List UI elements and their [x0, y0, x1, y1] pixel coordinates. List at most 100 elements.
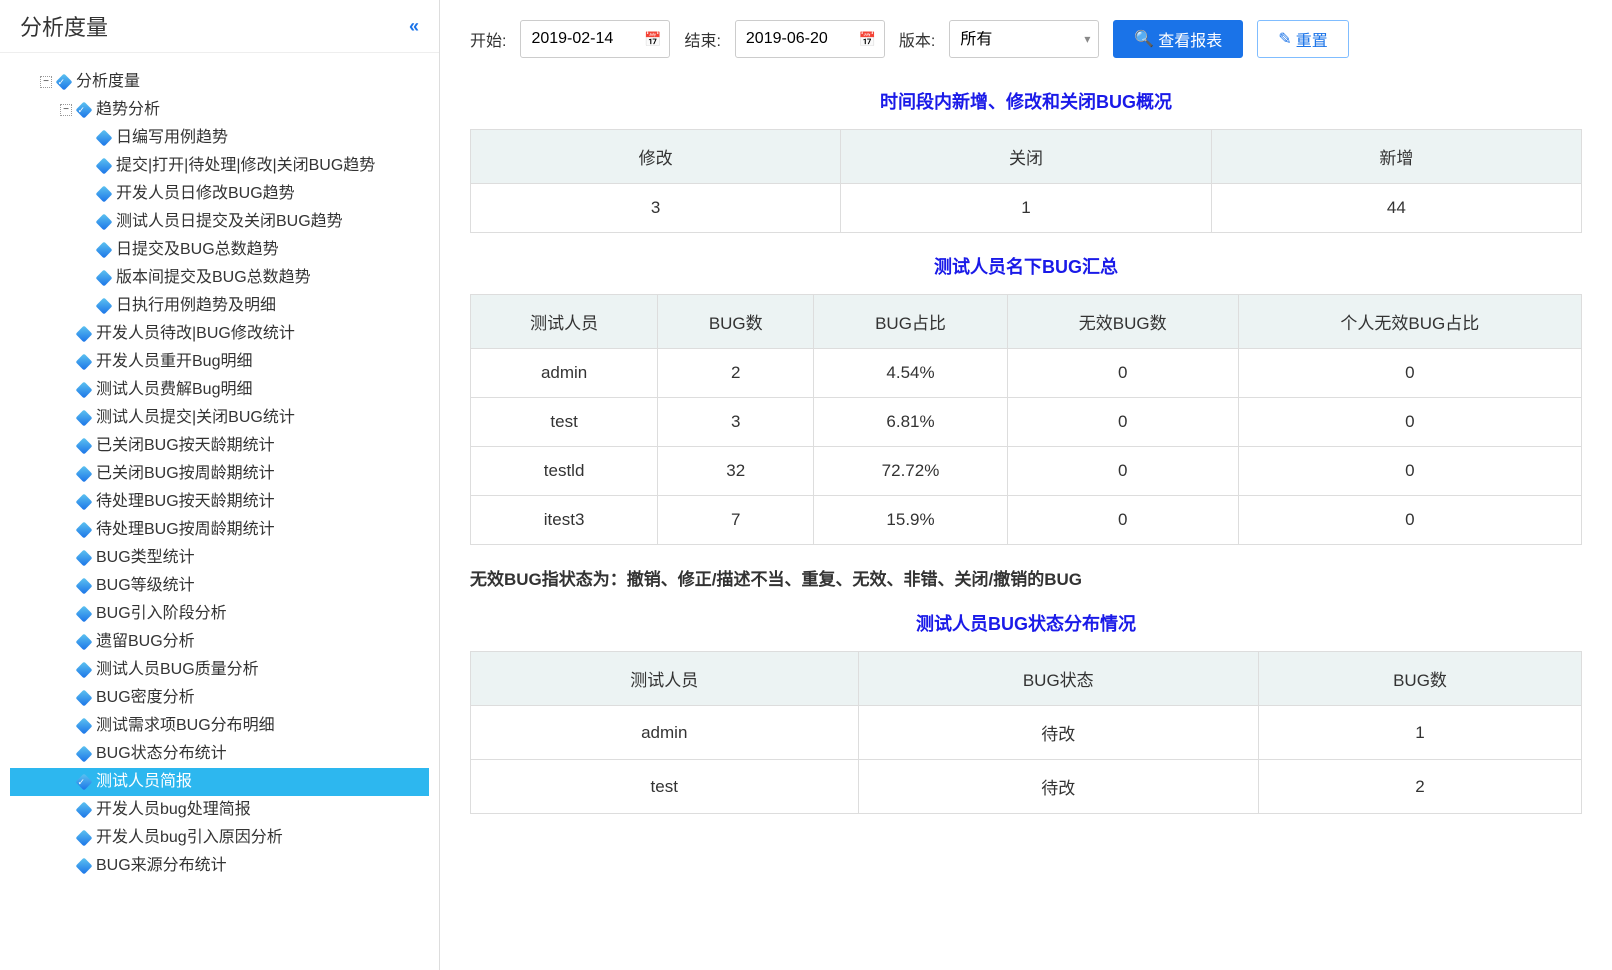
table-cell: admin	[471, 349, 658, 398]
diamond-icon	[96, 130, 112, 146]
diamond-icon	[76, 382, 92, 398]
table-cell: 2	[658, 349, 814, 398]
bug-summary-table: 修改关闭新增 3144	[470, 129, 1582, 233]
tree-node-label: 开发人员日修改BUG趋势	[116, 182, 295, 206]
column-header: 无效BUG数	[1007, 295, 1238, 349]
tree-node-label: 测试人员费解Bug明细	[96, 378, 252, 402]
tree-node-23[interactable]: 测试需求项BUG分布明细	[10, 712, 429, 740]
table-cell: 待改	[858, 706, 1258, 760]
section3-title: 测试人员BUG状态分布情况	[470, 610, 1582, 636]
end-date-input[interactable]	[746, 30, 874, 48]
sidebar-header: 分析度量 «	[0, 0, 439, 53]
table-cell: 6.81%	[814, 398, 1007, 447]
tree-node-2[interactable]: 日编写用例趋势	[10, 124, 429, 152]
tree-node-12[interactable]: 测试人员提交|关闭BUG统计	[10, 404, 429, 432]
tree-node-14[interactable]: 已关闭BUG按周龄期统计	[10, 460, 429, 488]
tree-collapse-icon[interactable]: −	[60, 104, 72, 116]
start-date-input[interactable]	[531, 30, 659, 48]
tree-node-10[interactable]: 开发人员重开Bug明细	[10, 348, 429, 376]
tree-node-9[interactable]: 开发人员待改|BUG修改统计	[10, 320, 429, 348]
diamond-icon	[76, 522, 92, 538]
tree-node-label: 已关闭BUG按天龄期统计	[96, 434, 275, 458]
tree-node-4[interactable]: 开发人员日修改BUG趋势	[10, 180, 429, 208]
tree-node-25[interactable]: 测试人员简报	[10, 768, 429, 796]
table-cell: 0	[1007, 398, 1238, 447]
table-cell: 4.54%	[814, 349, 1007, 398]
version-select-wrap[interactable]: 所有 ▾	[949, 20, 1099, 58]
table-cell: 待改	[858, 760, 1258, 814]
table-cell: 2	[1259, 760, 1582, 814]
table-cell: 0	[1007, 447, 1238, 496]
table-cell: 0	[1238, 447, 1581, 496]
diamond-icon	[76, 830, 92, 846]
tester-bug-table: 测试人员BUG数BUG占比无效BUG数个人无效BUG占比 admin24.54%…	[470, 294, 1582, 545]
tree-node-label: 版本间提交及BUG总数趋势	[116, 266, 311, 290]
tree-node-label: BUG状态分布统计	[96, 742, 227, 766]
tree-node-21[interactable]: 测试人员BUG质量分析	[10, 656, 429, 684]
tree-node-28[interactable]: BUG来源分布统计	[10, 852, 429, 880]
reset-button[interactable]: ✎重置	[1257, 20, 1348, 58]
column-header: 个人无效BUG占比	[1238, 295, 1581, 349]
view-report-button[interactable]: 🔍查看报表	[1113, 20, 1243, 58]
calendar-icon[interactable]: 📅	[858, 31, 875, 48]
invalid-bug-note: 无效BUG指状态为：撤销、修正/描述不当、重复、无效、非错、关闭/撤销的BUG	[470, 565, 1582, 590]
tree-node-15[interactable]: 待处理BUG按天龄期统计	[10, 488, 429, 516]
tree-node-label: 待处理BUG按天龄期统计	[96, 490, 275, 514]
search-icon: 🔍	[1134, 29, 1154, 49]
section2-title: 测试人员名下BUG汇总	[470, 253, 1582, 279]
tree-node-27[interactable]: 开发人员bug引入原因分析	[10, 824, 429, 852]
column-header: BUG数	[658, 295, 814, 349]
tree-node-label: 测试需求项BUG分布明细	[96, 714, 275, 738]
table-row: admin24.54%00	[471, 349, 1582, 398]
version-select[interactable]: 所有	[960, 31, 1088, 48]
table-cell: 72.72%	[814, 447, 1007, 496]
tree-node-26[interactable]: 开发人员bug处理简报	[10, 796, 429, 824]
table-cell: 32	[658, 447, 814, 496]
diamond-icon	[96, 242, 112, 258]
diamond-icon	[96, 298, 112, 314]
column-header: 新增	[1211, 130, 1581, 184]
calendar-icon[interactable]: 📅	[644, 31, 661, 48]
diamond-icon	[76, 466, 92, 482]
column-header: 关闭	[841, 130, 1211, 184]
tree-node-3[interactable]: 提交|打开|待处理|修改|关闭BUG趋势	[10, 152, 429, 180]
table-row: test待改2	[471, 760, 1582, 814]
end-date-input-wrap[interactable]: 📅	[735, 20, 885, 58]
column-header: 修改	[471, 130, 841, 184]
tree-node-label: BUG等级统计	[96, 574, 195, 598]
diamond-icon	[76, 746, 92, 762]
tree-node-label: 开发人员重开Bug明细	[96, 350, 252, 374]
tree-node-label: 开发人员bug引入原因分析	[96, 826, 283, 850]
tree-node-18[interactable]: BUG等级统计	[10, 572, 429, 600]
start-date-input-wrap[interactable]: 📅	[520, 20, 670, 58]
tree-node-20[interactable]: 遗留BUG分析	[10, 628, 429, 656]
table-cell: 3	[471, 184, 841, 233]
tree-node-7[interactable]: 版本间提交及BUG总数趋势	[10, 264, 429, 292]
tree-node-17[interactable]: BUG类型统计	[10, 544, 429, 572]
table-row: admin待改1	[471, 706, 1582, 760]
tree-node-6[interactable]: 日提交及BUG总数趋势	[10, 236, 429, 264]
diamond-check-icon	[76, 774, 92, 790]
tree-node-24[interactable]: BUG状态分布统计	[10, 740, 429, 768]
tree-node-1[interactable]: − 趋势分析	[10, 96, 429, 124]
tree-node-label: 已关闭BUG按周龄期统计	[96, 462, 275, 486]
table-row: 3144	[471, 184, 1582, 233]
tree-node-16[interactable]: 待处理BUG按周龄期统计	[10, 516, 429, 544]
tree-node-11[interactable]: 测试人员费解Bug明细	[10, 376, 429, 404]
tree-node-19[interactable]: BUG引入阶段分析	[10, 600, 429, 628]
tree-node-22[interactable]: BUG密度分析	[10, 684, 429, 712]
tree-node-0[interactable]: −分析度量	[10, 68, 429, 96]
tree-node-8[interactable]: 日执行用例趋势及明细	[10, 292, 429, 320]
diamond-icon	[76, 326, 92, 342]
collapse-sidebar-icon[interactable]: «	[409, 16, 419, 37]
tree-collapse-icon[interactable]: −	[40, 76, 52, 88]
diamond-icon	[76, 494, 92, 510]
table-cell: 0	[1238, 398, 1581, 447]
tree-node-label: 测试人员日提交及关闭BUG趋势	[116, 210, 343, 234]
tree-node-label: BUG来源分布统计	[96, 854, 227, 878]
tree-node-13[interactable]: 已关闭BUG按天龄期统计	[10, 432, 429, 460]
tree-node-5[interactable]: 测试人员日提交及关闭BUG趋势	[10, 208, 429, 236]
tree-node-label: 趋势分析	[96, 98, 160, 122]
start-date-label: 开始:	[470, 27, 506, 51]
diamond-icon	[76, 858, 92, 874]
